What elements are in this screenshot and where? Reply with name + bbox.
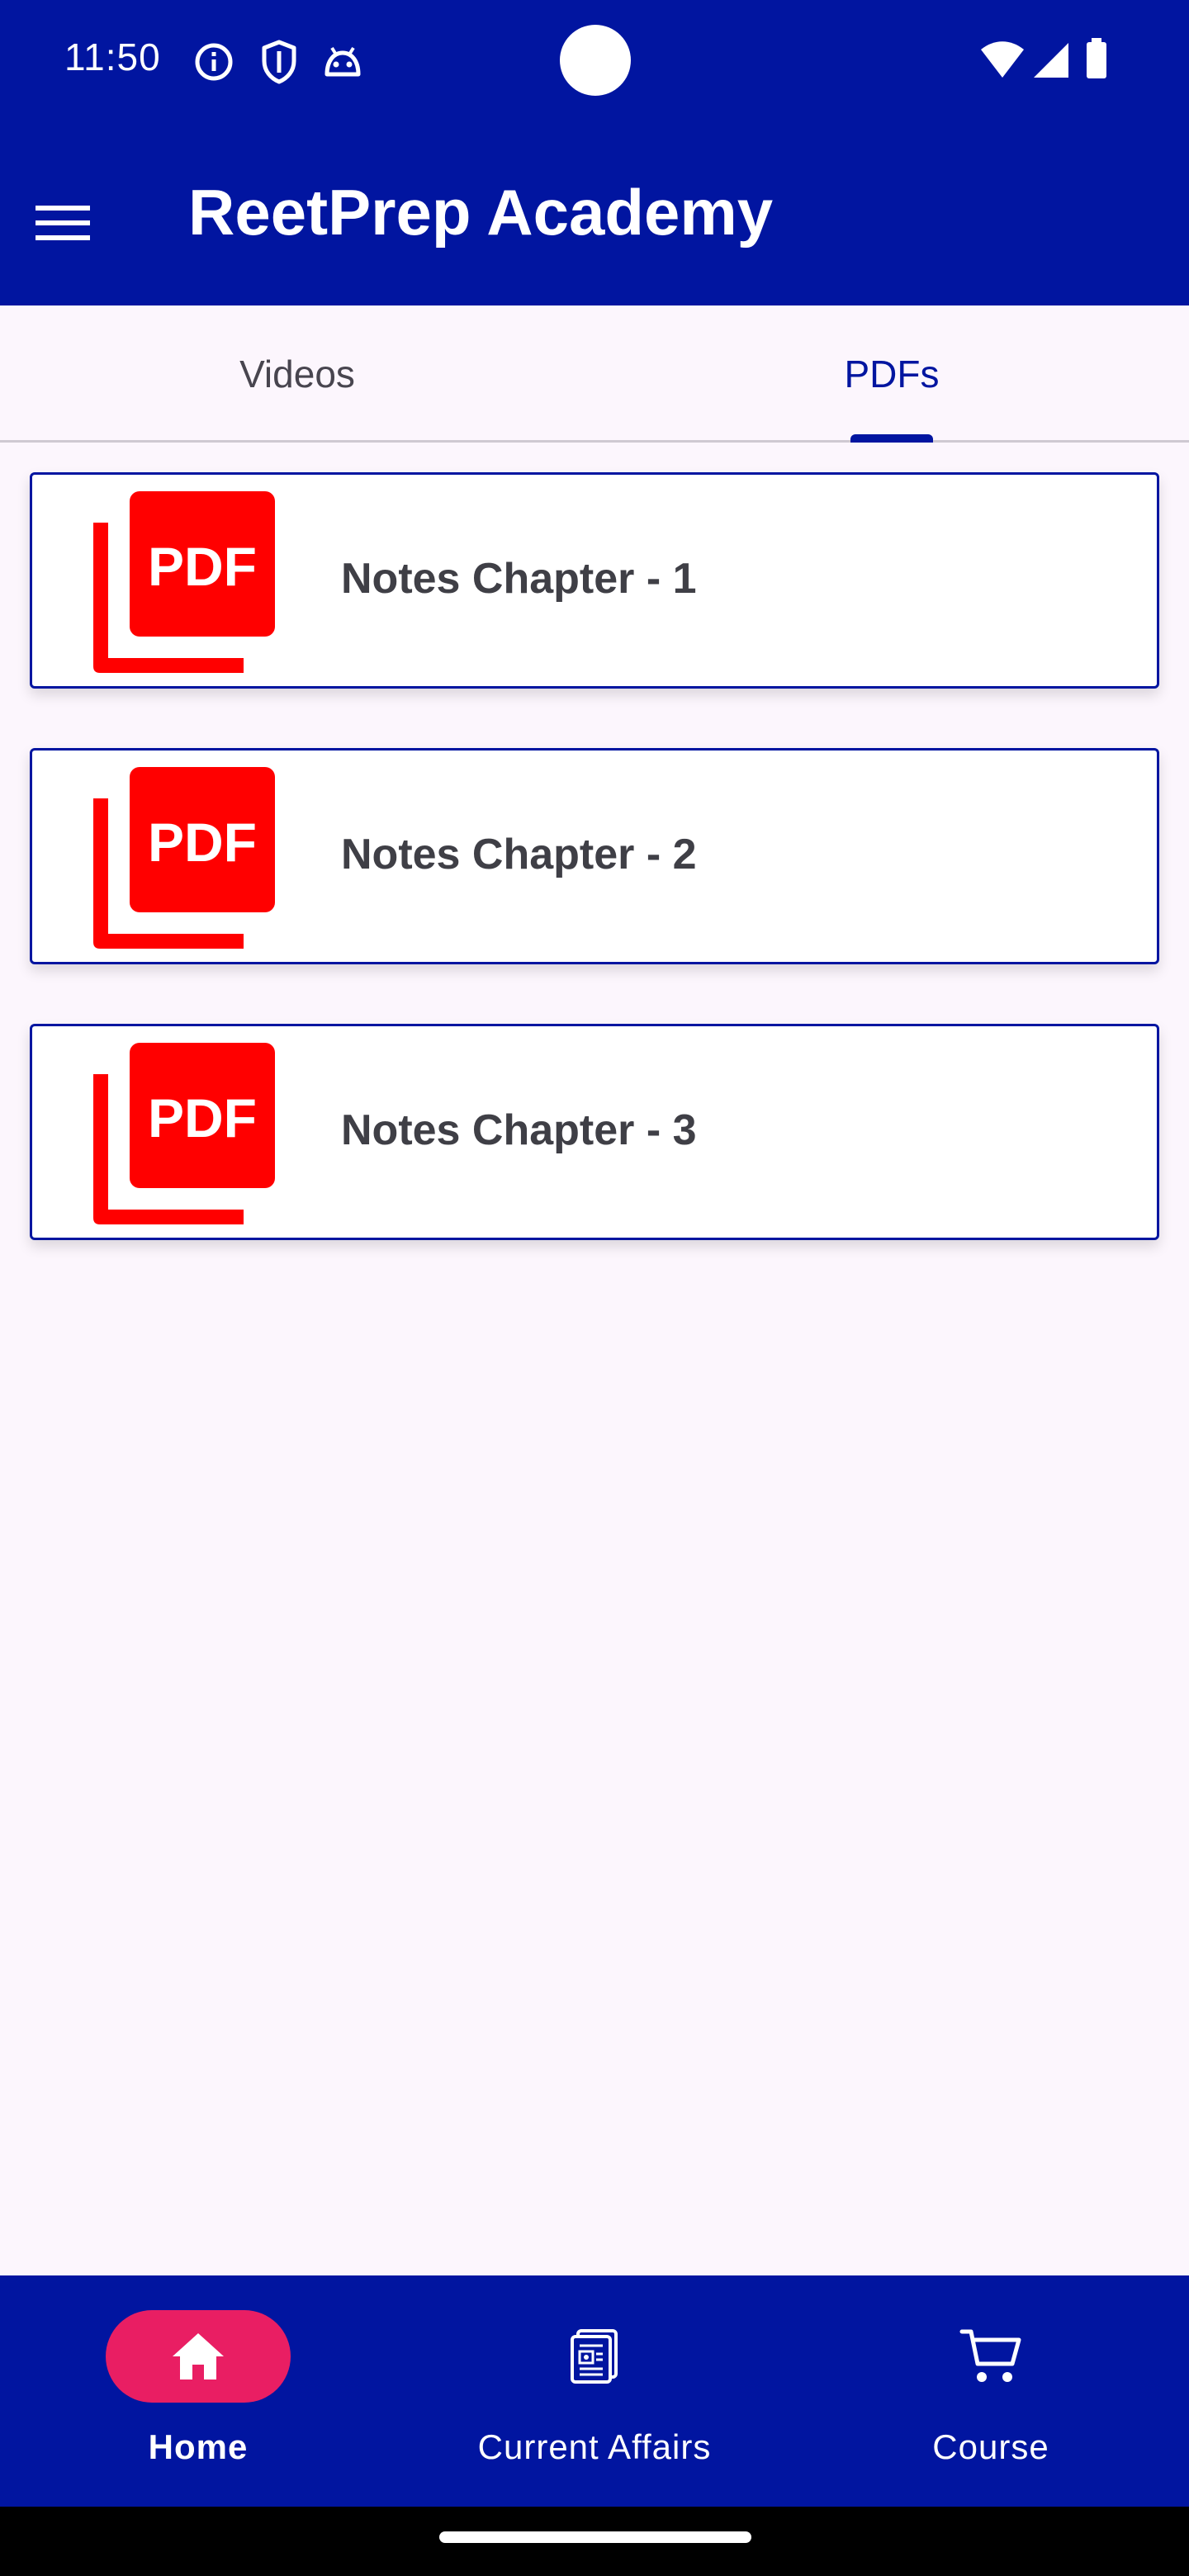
wifi-icon bbox=[981, 41, 1024, 78]
nav-item-course[interactable]: Course bbox=[793, 2275, 1189, 2507]
pdf-icon-label: PDF bbox=[148, 536, 257, 597]
pdf-list-item[interactable]: PDF Notes Chapter - 3 bbox=[30, 1024, 1159, 1240]
pdf-list-item[interactable]: PDF Notes Chapter - 2 bbox=[30, 748, 1159, 964]
pdf-file-icon: PDF bbox=[93, 767, 275, 949]
app-screen: 11:50 ReetPrep Academy Videos PDFs PDF N… bbox=[0, 0, 1189, 2576]
app-bar: ReetPrep Academy bbox=[0, 124, 1189, 305]
signal-icon bbox=[1034, 43, 1068, 78]
pdf-title: Notes Chapter - 1 bbox=[341, 555, 697, 603]
battery-icon bbox=[1087, 38, 1106, 78]
bottom-navigation: Home Current Affairs Course bbox=[0, 2275, 1189, 2507]
tab-videos-label: Videos bbox=[239, 353, 355, 395]
pdf-title: Notes Chapter - 2 bbox=[341, 831, 697, 878]
pdf-icon-label: PDF bbox=[148, 1087, 257, 1148]
status-time: 11:50 bbox=[64, 36, 161, 78]
tab-bar: Videos PDFs bbox=[0, 305, 1189, 443]
nav-course-label: Course bbox=[932, 2427, 1049, 2466]
pdf-file-icon: PDF bbox=[93, 491, 275, 673]
pdf-icon-label: PDF bbox=[148, 812, 257, 873]
system-navigation-bar bbox=[0, 2507, 1189, 2576]
info-icon bbox=[195, 43, 233, 81]
android-icon bbox=[324, 46, 361, 77]
pdf-list-item[interactable]: PDF Notes Chapter - 1 bbox=[30, 472, 1159, 689]
nav-home-label: Home bbox=[148, 2427, 249, 2466]
hamburger-menu-icon bbox=[36, 206, 90, 240]
nav-current-affairs-label: Current Affairs bbox=[477, 2427, 712, 2466]
tab-videos[interactable]: Videos bbox=[0, 305, 594, 443]
tab-selected-indicator bbox=[850, 434, 933, 443]
nav-home-active-pill bbox=[106, 2310, 291, 2403]
home-icon bbox=[173, 2333, 224, 2379]
status-bar: 11:50 bbox=[0, 0, 1189, 124]
newspaper-icon bbox=[571, 2329, 618, 2384]
tab-pdfs[interactable]: PDFs bbox=[594, 305, 1189, 443]
pdf-title: Notes Chapter - 3 bbox=[341, 1106, 697, 1154]
pdf-file-icon: PDF bbox=[93, 1043, 275, 1224]
nav-item-home[interactable]: Home bbox=[0, 2275, 396, 2507]
nav-item-current-affairs[interactable]: Current Affairs bbox=[396, 2275, 793, 2507]
gesture-handle[interactable] bbox=[439, 2531, 751, 2543]
app-title: ReetPrep Academy bbox=[188, 176, 774, 249]
menu-button[interactable] bbox=[30, 190, 96, 256]
camera-cutout bbox=[560, 25, 631, 96]
cart-icon bbox=[959, 2329, 1021, 2382]
tab-pdfs-label: PDFs bbox=[844, 353, 940, 395]
shield-icon bbox=[262, 40, 296, 84]
